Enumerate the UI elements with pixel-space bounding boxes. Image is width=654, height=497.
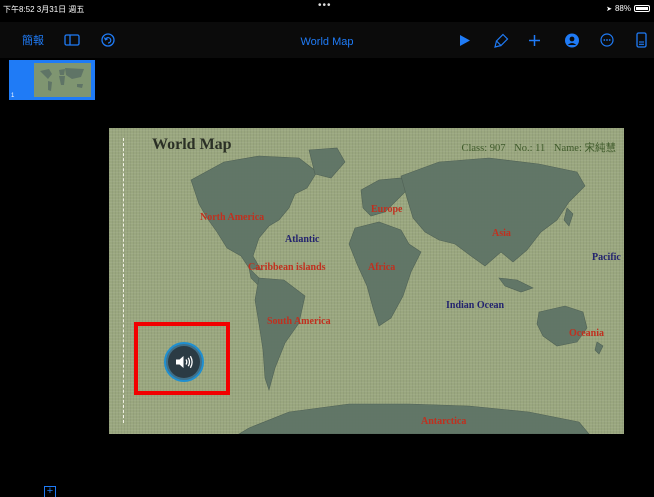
slide-title: World Map <box>152 136 232 153</box>
label-north-america: North America <box>200 212 265 223</box>
play-icon[interactable] <box>459 30 471 50</box>
audio-play-button[interactable] <box>164 342 204 382</box>
multitasking-dots[interactable]: ••• <box>318 0 332 11</box>
more-icon[interactable] <box>600 30 614 50</box>
battery-percent: 88% <box>614 4 631 13</box>
class-label: Class: 907 <box>461 143 506 154</box>
label-indian-ocean: Indian Ocean <box>446 300 505 311</box>
status-time: 下午8:52 3月31日 週五 <box>3 5 85 14</box>
collaborate-icon[interactable] <box>563 30 581 50</box>
slide-navigator: 1 + <box>0 58 97 497</box>
add-slide-icon[interactable]: + <box>44 486 56 497</box>
label-oceania: Oceania <box>569 328 604 339</box>
number-label: No.: 11 <box>514 143 546 154</box>
speaker-icon <box>168 346 200 378</box>
student-info: Class: 907 No.: 11 Name: 宋純慧 <box>455 140 616 155</box>
label-south-america: South America <box>267 316 331 327</box>
document-title-area: World Map <box>0 36 654 48</box>
document-title[interactable]: World Map <box>301 36 354 48</box>
label-europe: Europe <box>371 204 403 215</box>
name-label: Name: 宋純慧 <box>553 143 616 154</box>
add-icon[interactable] <box>528 30 541 50</box>
label-africa: Africa <box>368 262 396 273</box>
label-atlantic: Atlantic <box>285 234 320 245</box>
label-caribbean-islands: Caribbean islands <box>248 262 326 273</box>
slide-thumbnail-image <box>34 63 91 97</box>
status-right: ➤ 88% <box>606 4 650 13</box>
location-icon: ➤ <box>606 5 612 13</box>
slide-number: 1 <box>11 93 15 99</box>
document-icon[interactable] <box>636 30 647 50</box>
slide-thumbnail-1[interactable]: 1 <box>9 60 95 100</box>
label-asia: Asia <box>492 228 511 239</box>
format-brush-icon[interactable] <box>494 30 509 50</box>
status-bar: 下午8:52 3月31日 週五 ••• ➤ 88% <box>0 0 654 22</box>
battery-icon <box>634 5 650 12</box>
label-pacific: Pacific <box>592 252 621 263</box>
label-antarctica: Antarctica <box>421 416 467 427</box>
toolbar: 簡報 World Map <box>0 22 654 58</box>
